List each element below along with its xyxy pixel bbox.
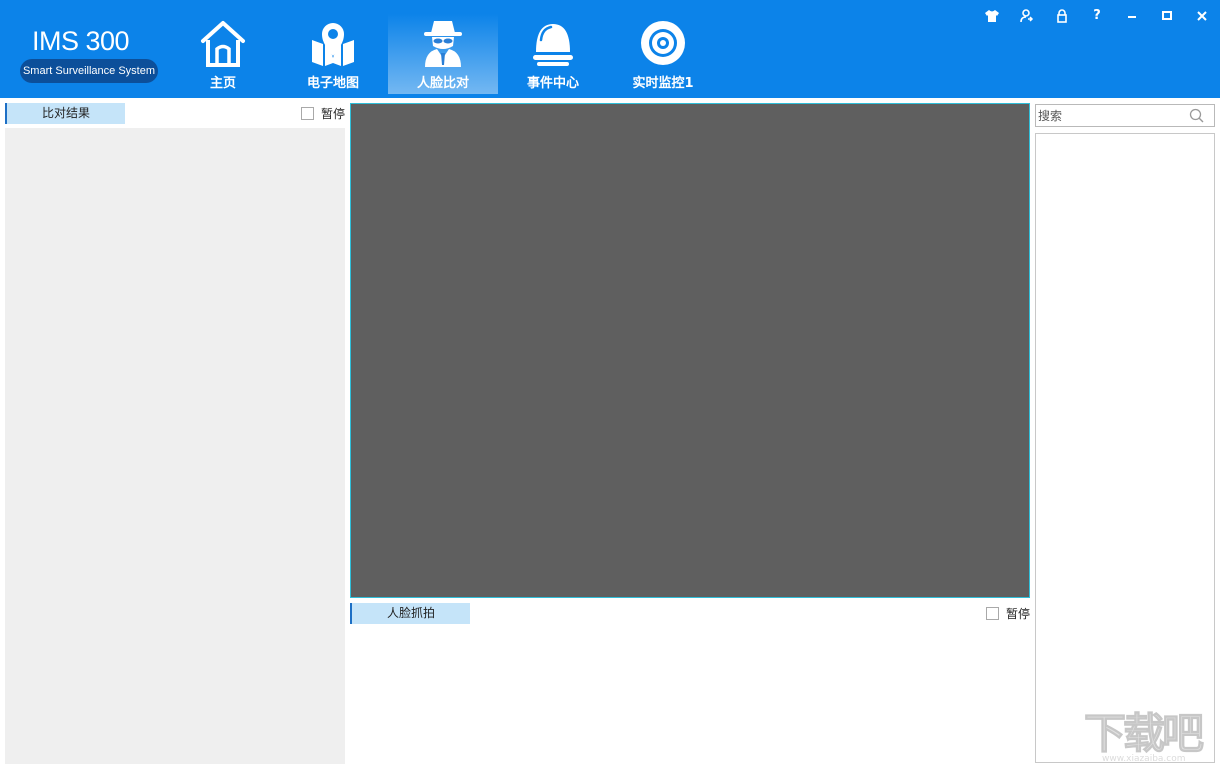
skin-icon (985, 10, 999, 22)
compare-result-list (5, 128, 345, 764)
capture-pause-toggle[interactable]: 暂停 (986, 604, 1030, 622)
nav-event-center-label: 事件中心 (526, 76, 579, 91)
camera-icon (641, 21, 685, 65)
tab-compare-result[interactable]: 比对结果 (5, 103, 125, 124)
compare-pause-label: 暂停 (321, 106, 346, 121)
help-icon: ? (1093, 8, 1101, 23)
skin-button[interactable] (981, 6, 1003, 26)
close-button[interactable] (1191, 6, 1213, 26)
close-icon (1197, 11, 1207, 21)
nav-home[interactable]: 主页 (168, 14, 278, 94)
logo-title: IMS 300 (32, 26, 130, 56)
lock-icon (1057, 9, 1067, 23)
alarm-light-icon (533, 24, 573, 66)
nav-home-label: 主页 (209, 76, 236, 91)
nav-live-monitor-label: 实时监控1 (632, 76, 694, 91)
search-input[interactable] (1038, 107, 1186, 125)
maximize-icon (1162, 11, 1172, 20)
capture-pause-label: 暂停 (1006, 606, 1031, 621)
tab-face-capture[interactable]: 人脸抓拍 (350, 603, 470, 624)
search-icon[interactable] (1189, 108, 1204, 123)
nav-live-monitor[interactable]: 实时监控1 (608, 14, 718, 94)
spy-face-icon (424, 21, 462, 67)
minimize-button[interactable] (1121, 6, 1143, 26)
nav-event-center[interactable]: 事件中心 (498, 14, 608, 94)
maximize-button[interactable] (1156, 6, 1178, 26)
home-icon (201, 21, 245, 67)
capture-pause-checkbox[interactable] (986, 606, 999, 620)
nav-face-compare-label: 人脸比对 (416, 76, 469, 91)
app-logo: IMS 300 Smart Surveillance System (18, 22, 160, 84)
header-bar: IMS 300 Smart Surveillance System 主页 电子地… (0, 0, 1220, 98)
app-window: IMS 300 Smart Surveillance System 主页 电子地… (0, 0, 1220, 768)
map-pin-icon (312, 23, 354, 66)
device-tree[interactable] (1035, 133, 1215, 763)
watermark-logo: 下载吧 www.xiazaiba.com (1084, 700, 1214, 766)
search-box[interactable] (1035, 104, 1215, 127)
video-view[interactable] (350, 103, 1030, 598)
compare-pause-toggle[interactable]: 暂停 (301, 104, 345, 122)
nav-emap-label: 电子地图 (306, 76, 359, 91)
compare-result-panel: 比对结果 暂停 (5, 102, 346, 764)
lock-button[interactable] (1051, 6, 1073, 26)
face-capture-list (350, 625, 1030, 763)
minimize-icon (1128, 16, 1136, 18)
help-button[interactable]: ? (1086, 6, 1108, 26)
nav-emap[interactable]: 电子地图 (278, 14, 388, 94)
compare-pause-checkbox[interactable] (301, 106, 314, 120)
nav-face-compare[interactable]: 人脸比对 (388, 14, 498, 94)
logo-subtitle: Smart Surveillance System (20, 59, 158, 83)
user-switch-button[interactable] (1016, 6, 1038, 26)
watermark-url: www.xiazaiba.com (1102, 754, 1186, 764)
user-switch-icon (1020, 9, 1034, 23)
watermark-text: 下载吧 (1084, 709, 1205, 759)
